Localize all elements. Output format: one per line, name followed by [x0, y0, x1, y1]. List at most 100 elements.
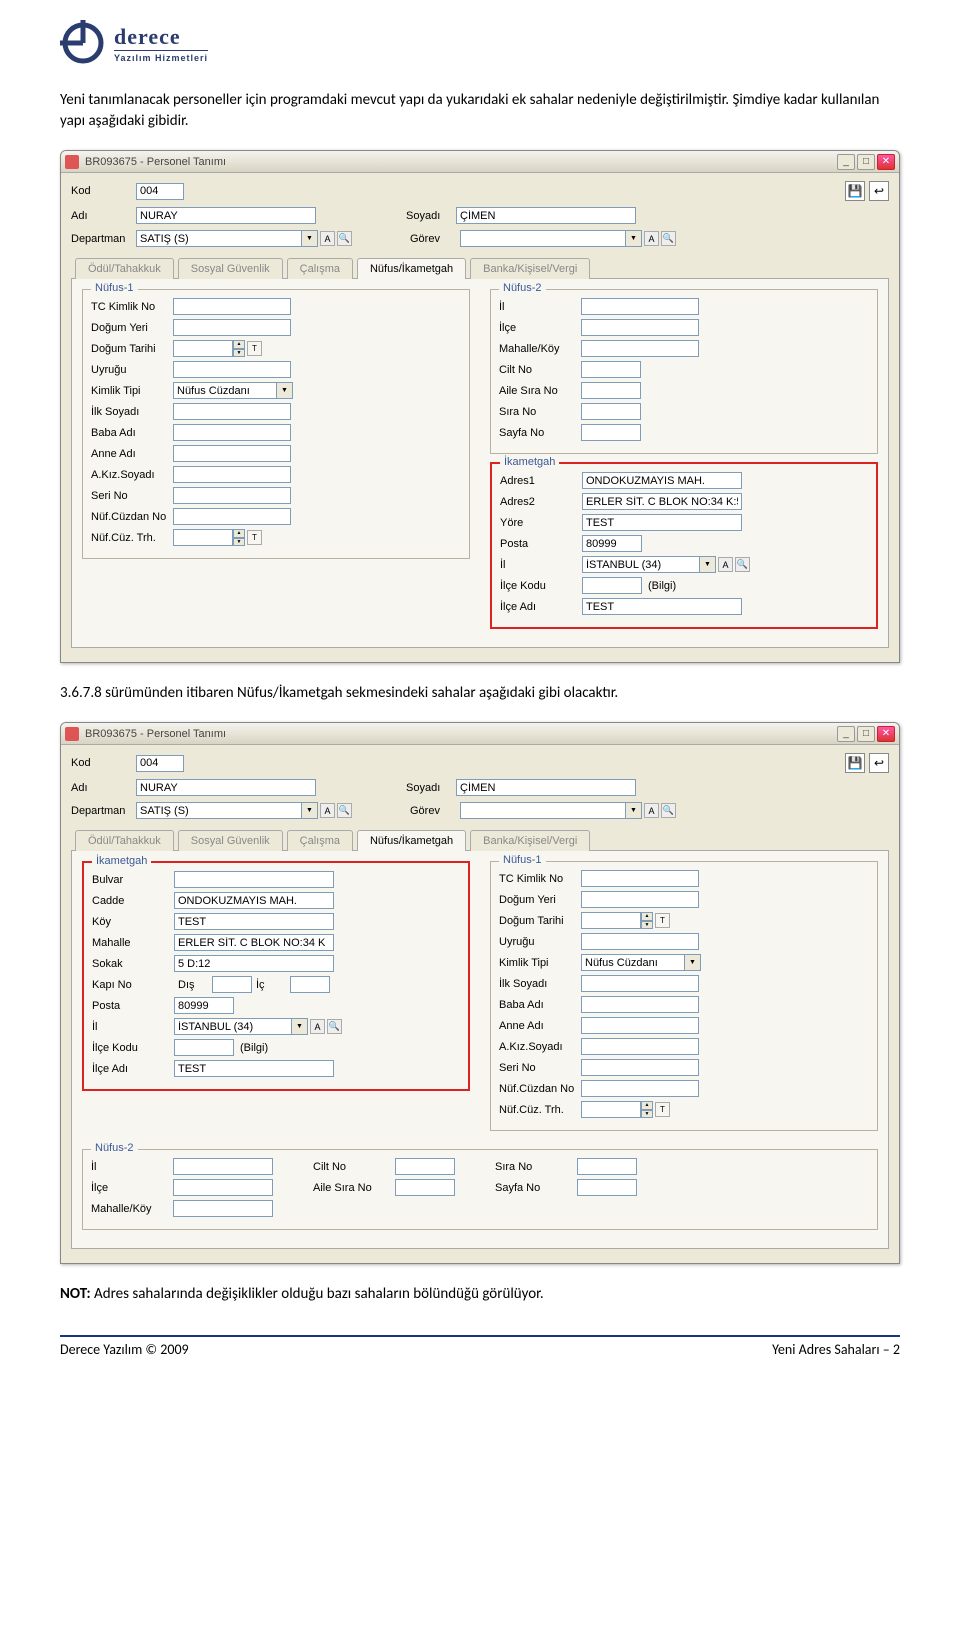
gorev-a-icon[interactable]: A	[644, 231, 659, 246]
cal4-icon[interactable]: T	[655, 1102, 670, 1117]
sayfa-input[interactable]	[581, 424, 641, 441]
kimliktipi-dropdown-icon[interactable]: ▼	[277, 382, 293, 399]
tab-sosyal-2[interactable]: Sosyal Güvenlik	[178, 830, 283, 851]
maximize-button-2[interactable]: □	[857, 726, 875, 742]
ic-input[interactable]	[290, 976, 330, 993]
titlebar[interactable]: BR093675 - Personel Tanımı _ □ ✕	[61, 151, 899, 173]
posta-input[interactable]	[582, 535, 642, 552]
il2-a-icon[interactable]: A	[310, 1019, 325, 1034]
uyrugu-input[interactable]	[173, 361, 291, 378]
close-button[interactable]: ✕	[877, 154, 895, 170]
dogumyeri-input[interactable]	[173, 319, 291, 336]
tab-nufus-2[interactable]: Nüfus/İkametgah	[357, 830, 466, 851]
tab-odul-2[interactable]: Ödül/Tahakkuk	[75, 830, 174, 851]
tab-calisma-2[interactable]: Çalışma	[287, 830, 353, 851]
il-a-icon[interactable]: A	[718, 557, 733, 572]
sokak-input[interactable]	[174, 955, 334, 972]
maximize-button[interactable]: □	[857, 154, 875, 170]
tab-nufus[interactable]: Nüfus/İkametgah	[357, 258, 466, 279]
gorev-find-icon-2[interactable]: 🔍	[661, 803, 676, 818]
minimize-button-2[interactable]: _	[837, 726, 855, 742]
adres1-input[interactable]	[582, 472, 742, 489]
il2-find-icon[interactable]: 🔍	[327, 1019, 342, 1034]
uyrugu-input-b[interactable]	[581, 933, 699, 950]
akiz-input-b[interactable]	[581, 1038, 699, 1055]
n2-sira-input[interactable]	[577, 1158, 637, 1175]
kimliktipi-input-b[interactable]	[581, 954, 685, 971]
yore-input[interactable]	[582, 514, 742, 531]
soyadi-input-2[interactable]	[456, 779, 636, 796]
n2-ilce-input[interactable]	[173, 1179, 273, 1196]
dep-a-icon-2[interactable]: A	[320, 803, 335, 818]
spin-icon[interactable]: ▲▼	[233, 340, 245, 357]
dis-input[interactable]	[212, 976, 252, 993]
dep-dropdown-icon-2[interactable]: ▼	[302, 802, 318, 819]
gorev-dropdown-icon-2[interactable]: ▼	[626, 802, 642, 819]
ilce-input[interactable]	[581, 319, 699, 336]
close-button-2[interactable]: ✕	[877, 726, 895, 742]
ailesira-input[interactable]	[581, 382, 641, 399]
il2-input[interactable]	[174, 1018, 292, 1035]
anneadi-input[interactable]	[173, 445, 291, 462]
n2-il-input[interactable]	[173, 1158, 273, 1175]
cal2-icon[interactable]: T	[247, 530, 262, 545]
tc-input-b[interactable]	[581, 870, 699, 887]
gorev-find-icon[interactable]: 🔍	[661, 231, 676, 246]
n2-ailesira-input[interactable]	[395, 1179, 455, 1196]
koy-input[interactable]	[174, 913, 334, 930]
titlebar-2[interactable]: BR093675 - Personel Tanımı _ □ ✕	[61, 723, 899, 745]
nufcuztrh-input-b[interactable]	[581, 1101, 641, 1118]
adres2-input[interactable]	[582, 493, 742, 510]
spin4-icon[interactable]: ▲▼	[641, 1101, 653, 1118]
tab-sosyal[interactable]: Sosyal Güvenlik	[178, 258, 283, 279]
gorev-dropdown-icon[interactable]: ▼	[626, 230, 642, 247]
serino-input[interactable]	[173, 487, 291, 504]
exit-icon[interactable]: ↩	[869, 181, 889, 201]
gorev-input-2[interactable]	[460, 802, 626, 819]
spin2-icon[interactable]: ▲▼	[233, 529, 245, 546]
save-icon-2[interactable]: 💾	[845, 753, 865, 773]
ilceadi-input[interactable]	[582, 598, 742, 615]
sira-input[interactable]	[581, 403, 641, 420]
dep-a-icon[interactable]: A	[320, 231, 335, 246]
cal-icon[interactable]: T	[247, 341, 262, 356]
nufcuzdan-input[interactable]	[173, 508, 291, 525]
bulvar-input[interactable]	[174, 871, 334, 888]
kod-input[interactable]	[136, 183, 184, 200]
tab-calisma[interactable]: Çalışma	[287, 258, 353, 279]
adi-input-2[interactable]	[136, 779, 316, 796]
spin3-icon[interactable]: ▲▼	[641, 912, 653, 929]
adi-input[interactable]	[136, 207, 316, 224]
save-icon[interactable]: 💾	[845, 181, 865, 201]
il-dropdown-icon[interactable]: ▼	[700, 556, 716, 573]
tab-odul[interactable]: Ödül/Tahakkuk	[75, 258, 174, 279]
departman-input[interactable]	[136, 230, 302, 247]
mahalle-input[interactable]	[581, 340, 699, 357]
il2-dropdown-icon[interactable]: ▼	[292, 1018, 308, 1035]
dogumyeri-input-b[interactable]	[581, 891, 699, 908]
il-input[interactable]	[581, 298, 699, 315]
tab-banka[interactable]: Banka/Kişisel/Vergi	[470, 258, 590, 279]
cilt-input[interactable]	[581, 361, 641, 378]
kimliktipi-input[interactable]	[173, 382, 277, 399]
babaadi-input[interactable]	[173, 424, 291, 441]
dep-find-icon[interactable]: 🔍	[337, 231, 352, 246]
ilcekodu-input[interactable]	[582, 577, 642, 594]
babaadi-input-b[interactable]	[581, 996, 699, 1013]
departman-dropdown-icon[interactable]: ▼	[302, 230, 318, 247]
kod-input-2[interactable]	[136, 755, 184, 772]
mahalle2-input[interactable]	[174, 934, 334, 951]
cadde-input[interactable]	[174, 892, 334, 909]
exit-icon-2[interactable]: ↩	[869, 753, 889, 773]
ik-il-input[interactable]	[582, 556, 700, 573]
akiz-input[interactable]	[173, 466, 291, 483]
dep-find-icon-2[interactable]: 🔍	[337, 803, 352, 818]
gorev-input[interactable]	[460, 230, 626, 247]
tab-banka-2[interactable]: Banka/Kişisel/Vergi	[470, 830, 590, 851]
posta2-input[interactable]	[174, 997, 234, 1014]
anneadi-input-b[interactable]	[581, 1017, 699, 1034]
gorev-a-icon-2[interactable]: A	[644, 803, 659, 818]
dogumtarihi-input-b[interactable]	[581, 912, 641, 929]
n2-mah-input[interactable]	[173, 1200, 273, 1217]
nufcuzdan-input-b[interactable]	[581, 1080, 699, 1097]
